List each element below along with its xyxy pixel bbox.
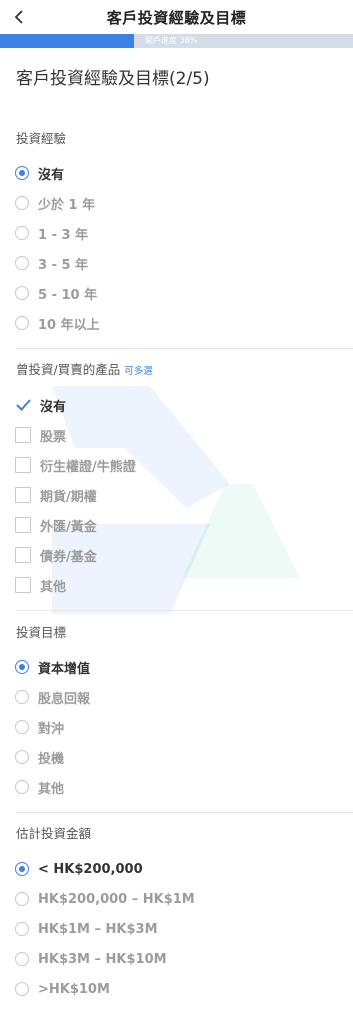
- checkbox-unchecked-icon[interactable]: [15, 487, 31, 503]
- checkbox-unchecked-icon[interactable]: [15, 427, 31, 443]
- radio-selected-icon[interactable]: [15, 166, 29, 180]
- page-title: 客戶投資經驗及目標(2/5): [16, 69, 210, 89]
- section-label-investment-amount: 估計投資金額: [0, 825, 91, 843]
- option-label: HK$200,000 – HK$1M: [38, 891, 195, 907]
- radio-unselected-icon[interactable]: [15, 750, 29, 764]
- radio-option[interactable]: 對沖: [0, 712, 353, 742]
- radio-unselected-icon[interactable]: [15, 780, 29, 794]
- option-label: 10 年以上: [38, 317, 100, 333]
- checkbox-unchecked-icon[interactable]: [15, 577, 31, 593]
- radio-option[interactable]: 5 - 10 年: [0, 278, 353, 308]
- progress-bar: 開戶進度 38%: [0, 34, 353, 48]
- radio-option[interactable]: >HK$10M: [0, 974, 353, 1004]
- section-label-text: 投資目標: [16, 625, 67, 640]
- option-label: 5 - 10 年: [38, 287, 98, 303]
- option-label: 衍生權證/牛熊證: [40, 459, 136, 475]
- option-label: 沒有: [40, 399, 67, 415]
- option-label: >HK$10M: [38, 981, 110, 997]
- checkbox-option[interactable]: 外匯/黃金: [0, 510, 353, 540]
- checkbox-unchecked-icon[interactable]: [15, 517, 31, 533]
- option-label: 資本增值: [38, 661, 91, 677]
- radio-option[interactable]: HK$1M – HK$3M: [0, 914, 353, 944]
- option-label: 投機: [38, 751, 65, 767]
- radio-option[interactable]: 10 年以上: [0, 308, 353, 338]
- option-label: HK$3M – HK$10M: [38, 951, 167, 967]
- checkbox-unchecked-icon[interactable]: [15, 547, 31, 563]
- radio-unselected-icon[interactable]: [15, 690, 29, 704]
- option-label: 期貨/期權: [40, 489, 97, 505]
- radio-unselected-icon[interactable]: [15, 256, 29, 270]
- checkbox-option[interactable]: 其他: [0, 570, 353, 600]
- header: 客戶投資經驗及目標: [0, 0, 353, 34]
- checkbox-option[interactable]: 股票: [0, 420, 353, 450]
- section-label-investment-objective: 投資目標: [0, 624, 66, 642]
- section-divider: [16, 812, 353, 813]
- section-label-text: 投資經驗: [16, 131, 67, 146]
- radio-unselected-icon[interactable]: [15, 196, 29, 210]
- radio-unselected-icon[interactable]: [15, 316, 29, 330]
- checkbox-unchecked-icon[interactable]: [15, 457, 31, 473]
- option-label: 其他: [38, 781, 65, 797]
- radio-selected-icon[interactable]: [15, 862, 29, 876]
- radio-option[interactable]: 資本增值: [0, 652, 353, 682]
- radio-selected-icon[interactable]: [15, 660, 29, 674]
- radio-option[interactable]: 沒有: [0, 158, 353, 188]
- header-title: 客戶投資經驗及目標: [106, 8, 247, 27]
- option-label: < HK$200,000: [38, 861, 143, 877]
- radio-option[interactable]: 投機: [0, 742, 353, 772]
- section-label-text: 估計投資金額: [16, 826, 92, 841]
- radio-unselected-icon[interactable]: [15, 982, 29, 996]
- option-label: 股票: [40, 429, 67, 445]
- radio-unselected-icon[interactable]: [15, 226, 29, 240]
- radio-option[interactable]: 3 - 5 年: [0, 248, 353, 278]
- radio-unselected-icon[interactable]: [15, 720, 29, 734]
- checkbox-option[interactable]: 沒有: [0, 390, 353, 420]
- progress-fill: [0, 34, 135, 48]
- radio-unselected-icon[interactable]: [15, 922, 29, 936]
- option-label: HK$1M – HK$3M: [38, 921, 158, 937]
- checkbox-checked-icon[interactable]: [15, 397, 31, 413]
- section-divider: [16, 348, 353, 349]
- section-label-investment-experience: 投資經驗: [0, 130, 66, 148]
- option-label: 股息回報: [38, 691, 91, 707]
- radio-option[interactable]: 其他: [0, 772, 353, 802]
- radio-unselected-icon[interactable]: [15, 892, 29, 906]
- option-label: 1 - 3 年: [38, 227, 89, 243]
- option-label: 外匯/黃金: [40, 519, 97, 535]
- radio-option[interactable]: HK$3M – HK$10M: [0, 944, 353, 974]
- multi-select-hint: 可多選: [124, 366, 153, 377]
- option-label: 對沖: [38, 721, 65, 737]
- option-label: 沒有: [38, 167, 65, 183]
- radio-option[interactable]: 股息回報: [0, 682, 353, 712]
- checkbox-option[interactable]: 衍生權證/牛熊證: [0, 450, 353, 480]
- section-label-text: 曾投資/買賣的產品: [16, 362, 121, 377]
- radio-unselected-icon[interactable]: [15, 286, 29, 300]
- option-label: 3 - 5 年: [38, 257, 89, 273]
- radio-unselected-icon[interactable]: [15, 952, 29, 966]
- checkbox-option[interactable]: 期貨/期權: [0, 480, 353, 510]
- radio-option[interactable]: 1 - 3 年: [0, 218, 353, 248]
- radio-option[interactable]: < HK$200,000: [0, 854, 353, 884]
- option-label: 其他: [40, 579, 67, 595]
- option-label: 債券/基金: [40, 549, 97, 565]
- option-label: 少於 1 年: [38, 197, 96, 213]
- radio-option[interactable]: HK$200,000 – HK$1M: [0, 884, 353, 914]
- progress-label: 開戶進度 38%: [145, 36, 198, 45]
- section-label-traded-products: 曾投資/買賣的產品 可多選: [0, 361, 153, 381]
- chevron-left-icon: [14, 10, 23, 24]
- checkbox-option[interactable]: 債券/基金: [0, 540, 353, 570]
- back-button[interactable]: [8, 4, 30, 30]
- section-divider: [16, 610, 353, 611]
- radio-option[interactable]: 少於 1 年: [0, 188, 353, 218]
